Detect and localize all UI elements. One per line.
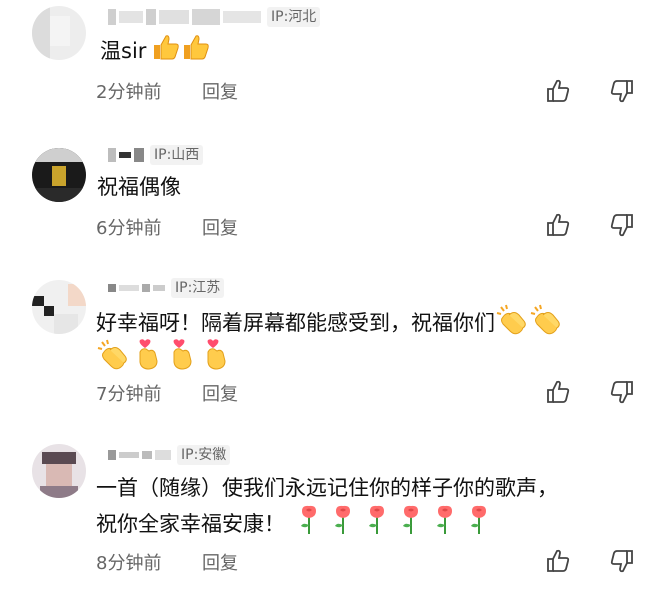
comment-footer: 2分钟前 回复 [96,78,238,104]
rose-icon [399,505,423,545]
comment-meta: IP:河北 [108,6,321,28]
reply-button[interactable]: 回复 [202,380,238,406]
rose-icon [365,505,389,545]
rose-icon [297,505,321,545]
avatar[interactable] [32,444,86,498]
timestamp: 8分钟前 [96,553,162,574]
comment-2: IP:山西 祝福偶像 6分钟前 回复 [0,140,660,260]
comment-1: IP:河北 温sir 2分钟前 回复 [0,0,660,120]
rose-icon [331,505,355,545]
clapping-hands-icon [96,338,130,380]
comment-footer: 6分钟前 回复 [96,214,238,240]
finger-heart-icon [202,338,230,380]
username-blurred[interactable] [108,284,165,292]
like-icon[interactable] [545,78,571,104]
avatar[interactable] [32,6,86,60]
comment-meta: IP:江苏 [108,277,225,299]
ip-location: IP:山西 [150,145,204,165]
finger-heart-icon [134,338,162,380]
comment-footer: 7分钟前 回复 [96,380,238,406]
timestamp: 6分钟前 [96,218,162,239]
comment-emoji-line [96,338,230,380]
dislike-icon[interactable] [609,78,635,104]
comment-footer: 8分钟前 回复 [96,549,238,575]
comment-text: 一首（随缘）使我们永远记住你的样子你的歌声， [96,476,558,500]
rose-icon [467,505,491,545]
dislike-icon[interactable] [609,379,635,405]
username-blurred[interactable] [108,148,144,162]
timestamp: 2分钟前 [96,82,162,103]
finger-heart-icon [168,338,196,380]
ip-location: IP:河北 [267,7,321,27]
ip-location: IP:安徽 [177,445,231,465]
dislike-icon[interactable] [609,212,635,238]
comment-text: 祝福偶像 [97,175,181,199]
username-blurred[interactable] [108,450,171,460]
clapping-hands-icon [495,303,529,345]
timestamp: 7分钟前 [96,384,162,405]
reply-button[interactable]: 回复 [202,214,238,240]
like-icon[interactable] [545,548,571,574]
ip-location: IP:江苏 [171,278,225,298]
comment-text-line2: 祝你全家幸福安康！ [96,505,491,545]
avatar[interactable] [32,148,86,202]
username-blurred[interactable] [108,9,261,25]
like-icon[interactable] [545,212,571,238]
avatar[interactable] [32,280,86,334]
dislike-icon[interactable] [609,548,635,574]
rose-icon [433,505,457,545]
comment-text: 温sir [100,33,210,71]
comment-3: IP:江苏 好幸福呀！隔着屏幕都能感受到，祝福你们 7分钟前 回复 [0,270,660,420]
like-icon[interactable] [545,379,571,405]
thumbs-up-icon [180,33,210,71]
comment-meta: IP:安徽 [108,444,231,466]
clapping-hands-icon [529,303,563,345]
comment-meta: IP:山西 [108,144,204,166]
reply-button[interactable]: 回复 [202,78,238,104]
comment-4: IP:安徽 一首（随缘）使我们永远记住你的样子你的歌声， 祝你全家幸福安康！ 8… [0,438,660,593]
reply-button[interactable]: 回复 [202,549,238,575]
thumbs-up-icon [150,33,180,71]
